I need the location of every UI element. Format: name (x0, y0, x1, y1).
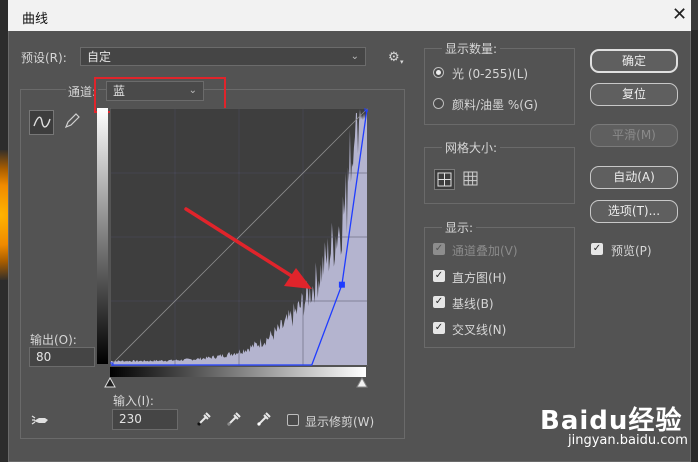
display-amount-title: 显示数量: (442, 40, 501, 57)
pencil-icon (64, 113, 80, 129)
preview-label: 预览(P) (611, 244, 652, 258)
ok-button[interactable]: 确定 (590, 49, 678, 73)
show-clipping-label: 显示修剪(W) (305, 415, 375, 429)
grid-detailed-button[interactable] (461, 169, 482, 190)
pigment-radio[interactable] (433, 98, 444, 109)
grid-simple-button[interactable] (434, 169, 455, 190)
input-value: 230 (119, 412, 142, 426)
black-eyedropper-icon[interactable] (195, 410, 213, 428)
preset-dropdown[interactable]: 自定 ⌄ (80, 47, 366, 66)
black-point-slider[interactable] (104, 377, 116, 388)
channel-overlay-label: 通道叠加(V) (452, 244, 518, 258)
intersection-line-checkbox[interactable]: ✓ (433, 322, 445, 334)
intersection-line-label: 交叉线(N) (452, 323, 507, 337)
watermark-url: jingyan.baidu.com (568, 433, 688, 448)
grid-4-icon (437, 172, 452, 187)
curve-control-point[interactable] (338, 281, 345, 288)
histogram-label: 直方图(H) (452, 271, 507, 285)
show-clipping-checkbox[interactable] (287, 414, 299, 426)
output-label: 输出(O): (30, 333, 77, 347)
smooth-button[interactable]: 平滑(M) (590, 124, 678, 147)
output-field[interactable]: 80 (29, 347, 95, 367)
histogram-checkbox[interactable]: ✓ (433, 270, 445, 282)
light-radio-label: 光 (0-255)(L) (452, 67, 529, 81)
preview-checkbox[interactable]: ✓ (591, 243, 603, 255)
input-label: 输入(I): (113, 394, 154, 408)
white-eyedropper-icon[interactable] (255, 410, 273, 428)
gray-eyedropper-icon[interactable] (225, 410, 243, 428)
baseline-checkbox[interactable]: ✓ (433, 296, 445, 308)
input-gradient-bar (110, 367, 366, 377)
pigment-radio-label: 颜料/油墨 %(G) (452, 98, 538, 112)
auto-button[interactable]: 自动(A) (590, 166, 678, 189)
annotation-arrow (184, 207, 312, 289)
window-title: 曲线 (22, 12, 49, 27)
display-amount-group (424, 48, 575, 125)
title-bar: 曲线 ✕ (8, 0, 691, 31)
close-icon[interactable]: ✕ (672, 4, 687, 25)
preset-label: 预设(R): (21, 51, 67, 65)
input-field[interactable]: 230 (112, 409, 178, 430)
curve-point-tool[interactable] (29, 110, 54, 135)
reset-button[interactable]: 复位 (590, 83, 678, 106)
output-value: 80 (36, 350, 52, 364)
light-radio[interactable] (433, 67, 444, 78)
options-button[interactable]: 选项(T)... (590, 200, 678, 223)
gear-icon[interactable]: ⚙ (388, 50, 400, 65)
output-gradient-bar (97, 108, 108, 364)
baseline-label: 基线(B) (452, 297, 494, 311)
on-image-adjust-icon[interactable] (31, 412, 51, 428)
watermark-brand: Baidu经验 (540, 406, 683, 436)
curve-wave-icon (33, 116, 51, 128)
white-point-slider[interactable] (356, 377, 368, 388)
preset-value: 自定 (87, 50, 112, 64)
show-title: 显示: (442, 219, 477, 236)
channel-overlay-checkbox[interactable]: ✓ (433, 243, 445, 255)
chevron-down-icon: ⌄ (350, 51, 359, 62)
grid-10-icon (463, 171, 478, 186)
pencil-tool[interactable] (61, 110, 86, 135)
gear-menu-arrow-icon: ▾ (400, 58, 404, 66)
watermark-logo: Baidu经验 (540, 400, 682, 437)
grid-size-title: 网格大小: (442, 139, 501, 156)
